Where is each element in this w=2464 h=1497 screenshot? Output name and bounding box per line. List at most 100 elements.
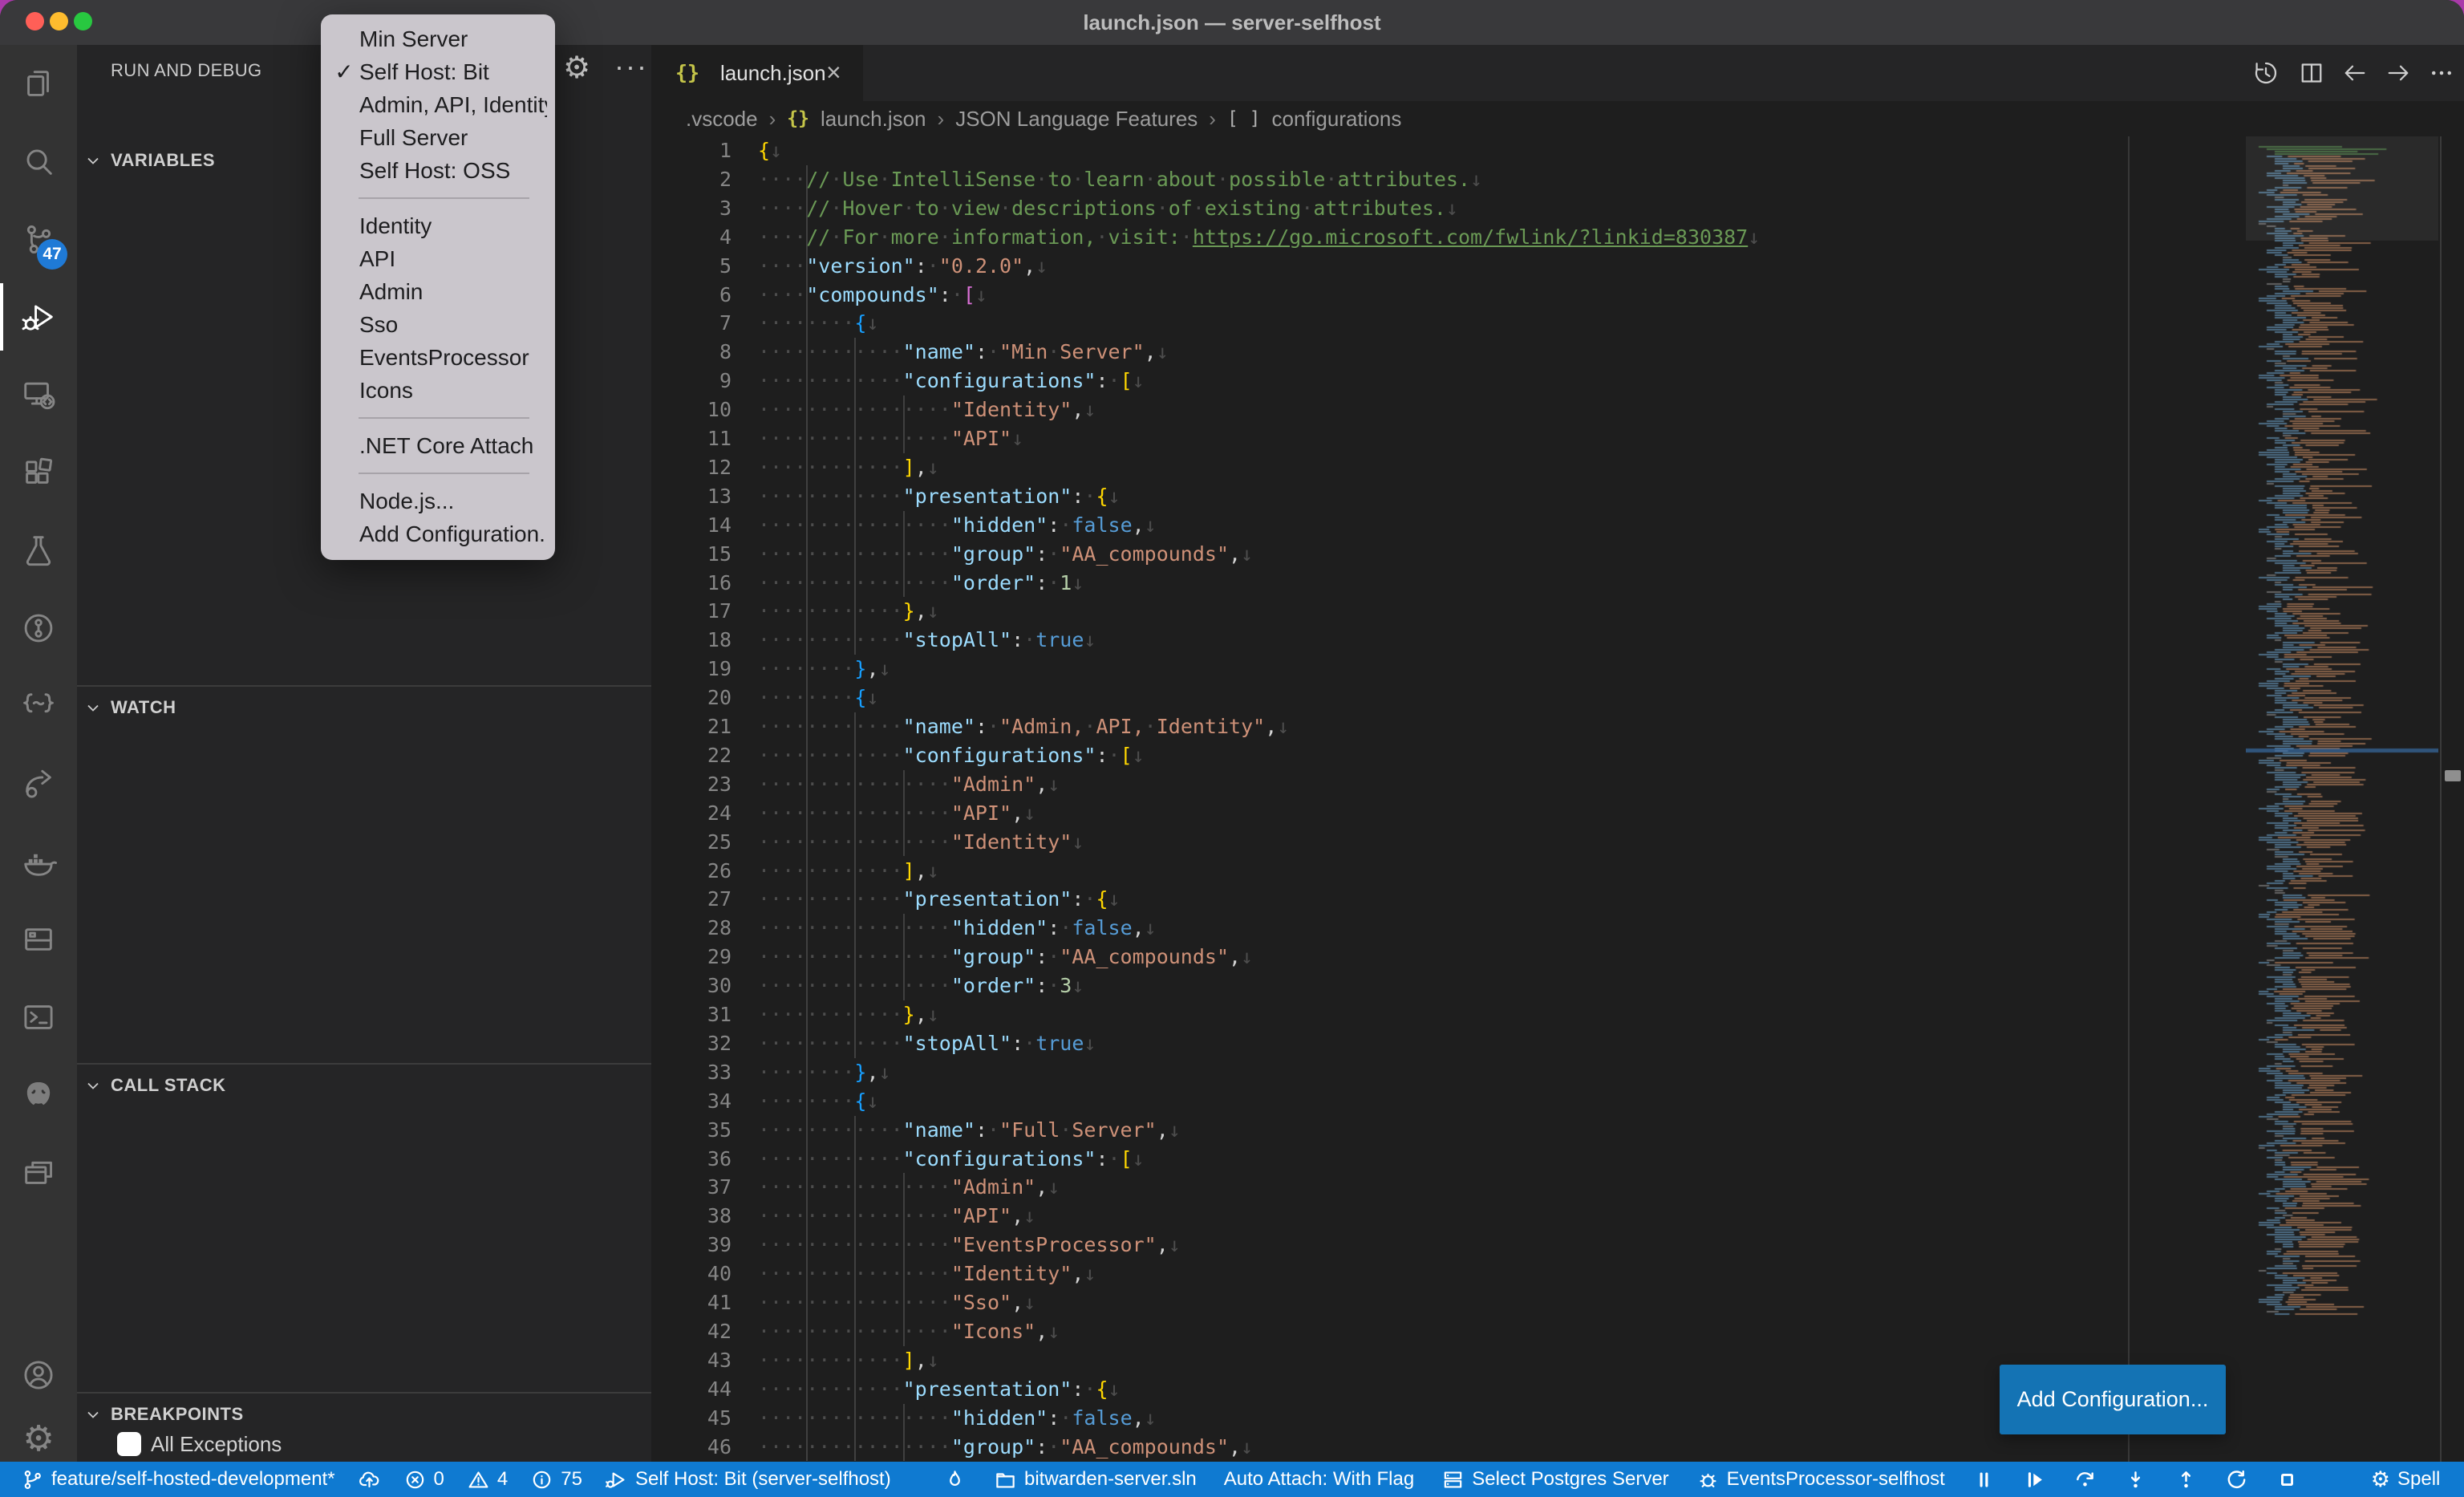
code-line[interactable]: 35············ · · ↓ "name": "Full Serve…: [651, 1116, 2246, 1145]
menu-item-node-js[interactable]: Node.js...: [321, 485, 555, 517]
split-editor-icon[interactable]: [2297, 59, 2326, 87]
menu-item-identity[interactable]: Identity: [321, 209, 555, 242]
status-item-infos[interactable]: 75: [530, 1468, 582, 1491]
breadcrumb-item[interactable]: configurations: [1272, 107, 1402, 132]
code-line[interactable]: 32············ · ↓ "stopAll": true: [651, 1029, 2246, 1058]
code-line[interactable]: 1 ↓{: [651, 136, 2246, 165]
menu-item-add-configuration[interactable]: Add Configuration...: [321, 517, 555, 550]
activity-bar-item-postgresql[interactable]: [0, 1057, 77, 1134]
menu-item-full-server[interactable]: Full Server: [321, 121, 555, 154]
line-number[interactable]: 27: [651, 885, 732, 914]
code-line[interactable]: 16················ · ↓ "order": 1: [651, 569, 2246, 598]
code-line[interactable]: 11················ ↓ "API": [651, 424, 2246, 453]
code-line[interactable]: 4···· · · · · · ↓ // For more informatio…: [651, 223, 2246, 252]
code-line[interactable]: 29················ · ↓ "group": "AA_comp…: [651, 943, 2246, 972]
status-item-warnings[interactable]: 4: [467, 1468, 508, 1491]
activity-bar-item-source-control[interactable]: 47: [0, 201, 77, 278]
line-number[interactable]: 7: [651, 309, 732, 338]
code-line[interactable]: 2···· · · · · · · · ↓ // Use IntelliSens…: [651, 165, 2246, 194]
gear-icon[interactable]: ⚙: [558, 50, 595, 87]
code-line[interactable]: 9············ · ↓ "configurations": [: [651, 367, 2246, 396]
menu-item-min-server[interactable]: Min Server: [321, 22, 555, 55]
status-item-step-over[interactable]: [2073, 1468, 2097, 1491]
status-item-branch[interactable]: feature/self-hosted-development*: [21, 1468, 335, 1491]
code-line[interactable]: 3···· · · · · · · · ↓ // Hover to view d…: [651, 194, 2246, 223]
line-number[interactable]: 46: [651, 1433, 732, 1462]
line-number[interactable]: 6: [651, 281, 732, 310]
line-number[interactable]: 23: [651, 770, 732, 799]
line-number[interactable]: 21: [651, 712, 732, 741]
line-number[interactable]: 12: [651, 453, 732, 482]
status-item-postgres[interactable]: Select Postgres Server: [1441, 1468, 1668, 1491]
status-item-continue[interactable]: [2023, 1468, 2046, 1491]
code-line[interactable]: 38················ ↓ "API",: [651, 1202, 2246, 1231]
menu-item-net-core-attach[interactable]: .NET Core Attach: [321, 429, 555, 462]
status-item-pause[interactable]: [1972, 1468, 1996, 1491]
line-number[interactable]: 30: [651, 972, 732, 1000]
activity-bar-item-extensions[interactable]: [0, 434, 77, 511]
line-number[interactable]: 11: [651, 424, 732, 453]
more-actions-icon[interactable]: ···: [613, 50, 650, 87]
activity-bar-item-storage[interactable]: [0, 901, 77, 978]
line-number[interactable]: 40: [651, 1260, 732, 1288]
scrollbar-marker[interactable]: [2445, 770, 2461, 781]
code-line[interactable]: 22············ · ↓ "configurations": [: [651, 741, 2246, 770]
status-item-publish[interactable]: [358, 1468, 381, 1491]
line-number[interactable]: 19: [651, 655, 732, 684]
menu-item-icons[interactable]: Icons: [321, 374, 555, 407]
line-number[interactable]: 10: [651, 396, 732, 424]
status-item-auto-attach[interactable]: Auto Attach: With Flag: [1224, 1468, 1414, 1491]
line-number[interactable]: 13: [651, 482, 732, 511]
status-item-spell-checker[interactable]: ⚙Spell: [2371, 1467, 2441, 1492]
code-line[interactable]: 37················ ↓ "Admin",: [651, 1173, 2246, 1202]
line-number[interactable]: 36: [651, 1145, 732, 1174]
line-number[interactable]: 43: [651, 1346, 732, 1375]
activity-bar-item-terminal[interactable]: [0, 979, 77, 1056]
activity-bar-item-remote-explorer[interactable]: [0, 356, 77, 433]
line-number[interactable]: 42: [651, 1317, 732, 1346]
status-item-debug-session[interactable]: EventsProcessor-selfhost: [1696, 1468, 1945, 1491]
line-number[interactable]: 15: [651, 540, 732, 569]
code-line[interactable]: 27············ · ↓ "presentation": {: [651, 885, 2246, 914]
navigate-forward-icon[interactable]: [2384, 59, 2413, 87]
activity-bar-item-live-share[interactable]: [0, 745, 77, 822]
code-line[interactable]: 15················ · ↓ "group": "AA_comp…: [651, 540, 2246, 569]
code-line[interactable]: 42················ ↓ "Icons",: [651, 1317, 2246, 1346]
code-line[interactable]: 19········ ↓ },: [651, 655, 2246, 684]
minimap[interactable]: [2246, 136, 2438, 1332]
code-line[interactable]: 40················ ↓ "Identity",: [651, 1260, 2246, 1288]
activity-bar-item-window-panels[interactable]: [0, 1134, 77, 1211]
activity-bar-item-explorer[interactable]: [0, 45, 77, 122]
code-line[interactable]: 26············ ↓ ],: [651, 857, 2246, 886]
breadcrumb-item[interactable]: JSON Language Features: [955, 107, 1198, 132]
navigate-back-icon[interactable]: [2340, 59, 2369, 87]
code-line[interactable]: 6···· · ↓ "compounds": [: [651, 281, 2246, 310]
tab-launch-json[interactable]: {} launch.json ×: [651, 45, 863, 101]
code-line[interactable]: 23················ ↓ "Admin",: [651, 770, 2246, 799]
code-line[interactable]: 10················ ↓ "Identity",: [651, 396, 2246, 424]
status-item-hot-reload[interactable]: [943, 1468, 967, 1491]
code-line[interactable]: 33········ ↓ },: [651, 1058, 2246, 1087]
section-call-stack[interactable]: CALL STACK: [77, 1065, 651, 1106]
line-number[interactable]: 4: [651, 223, 732, 252]
code-line[interactable]: 13············ · ↓ "presentation": {: [651, 482, 2246, 511]
line-number[interactable]: 29: [651, 943, 732, 972]
line-number[interactable]: 14: [651, 511, 732, 540]
line-number[interactable]: 16: [651, 569, 732, 598]
code-line[interactable]: 39················ ↓ "EventsProcessor",: [651, 1231, 2246, 1260]
code-line[interactable]: 30················ · ↓ "order": 3: [651, 972, 2246, 1000]
menu-item-admin-api-identity[interactable]: Admin, API, Identity: [321, 88, 555, 121]
more-actions-icon[interactable]: [2427, 59, 2456, 87]
breakpoint-row[interactable]: All Exceptions: [77, 1426, 651, 1462]
code-line[interactable]: 12············ ↓ ],: [651, 453, 2246, 482]
breadcrumb-item[interactable]: launch.json: [821, 107, 926, 132]
menu-item-self-host-bit[interactable]: ✓Self Host: Bit: [321, 55, 555, 88]
code-line[interactable]: 25················ ↓ "Identity": [651, 828, 2246, 857]
code-line[interactable]: 5···· · ↓ "version": "0.2.0",: [651, 252, 2246, 281]
code-line[interactable]: 46················ · ↓ "group": "AA_comp…: [651, 1433, 2246, 1462]
line-number[interactable]: 34: [651, 1087, 732, 1116]
line-number[interactable]: 20: [651, 684, 732, 712]
line-number[interactable]: 41: [651, 1288, 732, 1317]
line-number[interactable]: 35: [651, 1116, 732, 1145]
status-item-debug-target[interactable]: Self Host: Bit (server-selfhost): [605, 1468, 891, 1491]
